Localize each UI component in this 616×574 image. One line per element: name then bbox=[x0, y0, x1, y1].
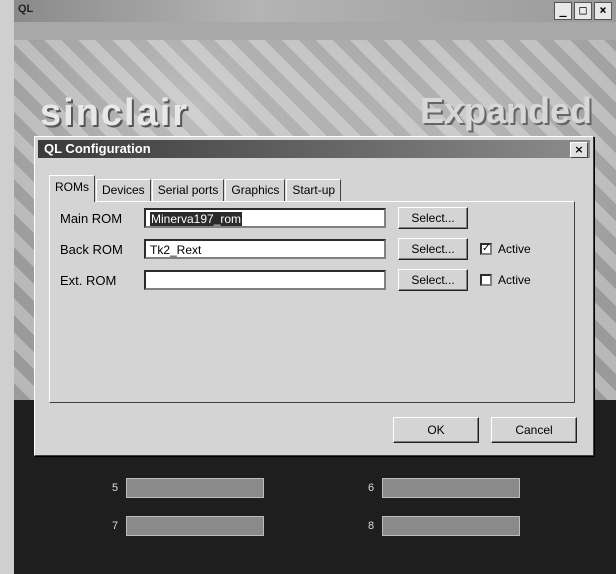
dialog-close-button[interactable]: × bbox=[570, 142, 588, 158]
tab-start-up[interactable]: Start-up bbox=[286, 179, 342, 201]
ext-rom-label: Ext. ROM bbox=[60, 273, 117, 288]
ext-rom-active-checkbox[interactable] bbox=[480, 274, 492, 286]
tab-roms[interactable]: ROMs bbox=[49, 175, 95, 202]
tab-graphics[interactable]: Graphics bbox=[225, 179, 286, 201]
ok-button[interactable]: OK bbox=[393, 417, 479, 443]
back-rom-label: Back ROM bbox=[60, 242, 123, 257]
dialog-titlebar[interactable]: QL Configuration × bbox=[38, 140, 590, 158]
drive-5-slot[interactable] bbox=[126, 478, 264, 498]
emulator-menubar[interactable] bbox=[14, 22, 616, 40]
ext-rom-active-label: Active bbox=[498, 273, 531, 287]
tab-serial-ports[interactable]: Serial ports bbox=[151, 179, 225, 201]
cancel-button[interactable]: Cancel bbox=[491, 417, 577, 443]
tab-strip: ROMs Devices Serial ports Graphics Start… bbox=[49, 175, 342, 202]
emulator-titlebar[interactable]: QL _ □ × bbox=[14, 0, 616, 22]
drive-8-label: 8 bbox=[368, 520, 375, 532]
main-rom-field[interactable]: Minerva197_rom bbox=[144, 208, 386, 228]
dialog-title: QL Configuration bbox=[44, 141, 151, 156]
main-rom-label: Main ROM bbox=[60, 211, 123, 226]
main-rom-value: Minerva197_rom bbox=[150, 212, 243, 226]
roms-tab-panel: Main ROM Minerva197_rom Select... Back R… bbox=[49, 201, 575, 403]
main-rom-select-button[interactable]: Select... bbox=[398, 207, 468, 229]
maximize-button[interactable]: □ bbox=[574, 2, 592, 20]
sinclair-logo: sinclair bbox=[40, 92, 190, 134]
drive-7-label: 7 bbox=[112, 520, 119, 532]
drive-7-slot[interactable] bbox=[126, 516, 264, 536]
back-rom-active-checkbox[interactable]: ✓ bbox=[480, 243, 492, 255]
tab-devices[interactable]: Devices bbox=[96, 179, 151, 201]
drive-6-label: 6 bbox=[368, 482, 375, 494]
drive-6-slot[interactable] bbox=[382, 478, 520, 498]
ql-app-icon: QL bbox=[18, 3, 34, 15]
ext-rom-field[interactable] bbox=[144, 270, 386, 290]
minimize-button[interactable]: _ bbox=[554, 2, 572, 20]
window-controls: _ □ × bbox=[554, 2, 612, 20]
back-rom-active-label: Active bbox=[498, 242, 531, 256]
close-window-button[interactable]: × bbox=[594, 2, 612, 20]
drive-8-slot[interactable] bbox=[382, 516, 520, 536]
ext-rom-select-button[interactable]: Select... bbox=[398, 269, 468, 291]
ql-configuration-dialog: QL Configuration × ROMs Devices Serial p… bbox=[34, 136, 594, 456]
back-rom-select-button[interactable]: Select... bbox=[398, 238, 468, 260]
drive-5-label: 5 bbox=[112, 482, 119, 494]
back-rom-field[interactable]: Tk2_Rext bbox=[144, 239, 386, 259]
